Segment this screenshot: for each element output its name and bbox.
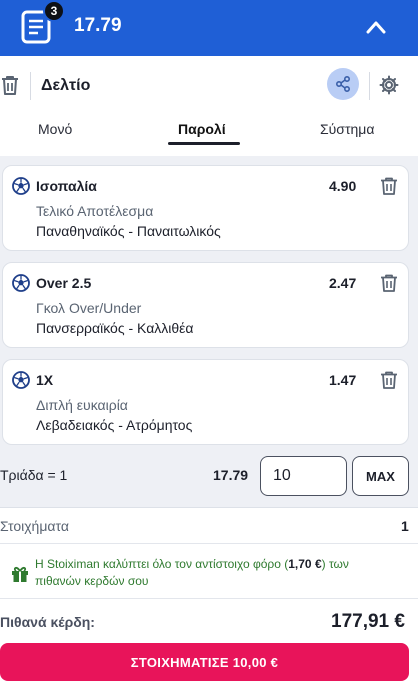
- football-icon: [12, 177, 30, 195]
- toolbar-divider: [30, 72, 31, 100]
- selection-card: Over 2.5 2.47 Γκολ Over/Under Πανσερραϊκ…: [2, 262, 409, 348]
- selection-odds: 4.90: [329, 178, 357, 194]
- clear-all-trash-icon[interactable]: [0, 74, 20, 96]
- betslip-toolbar: [0, 56, 418, 156]
- max-stake-button[interactable]: MAX: [352, 456, 409, 496]
- gift-icon: [12, 566, 28, 582]
- tab-system[interactable]: Σύστημα: [320, 121, 374, 137]
- combo-label: Τριάδα = 1: [0, 467, 68, 483]
- selection-card: 1X 1.47 Διπλή ευκαιρία Λεβαδειακός - Ατρ…: [2, 359, 409, 445]
- tax-amount: 1,70 €: [288, 557, 322, 571]
- header-total-odds: 17.79: [74, 15, 122, 36]
- page-title: Δελτίο: [41, 77, 91, 94]
- selection-name: Over 2.5: [36, 275, 92, 291]
- remove-selection-trash-icon[interactable]: [379, 370, 399, 390]
- tab-parlay[interactable]: Παρολί: [178, 121, 226, 137]
- football-icon: [12, 371, 30, 389]
- active-tab-indicator: [168, 142, 240, 145]
- combo-odds: 17.79: [213, 467, 249, 483]
- summary-divider: [0, 598, 418, 599]
- place-bet-button[interactable]: ΣΤΟΙΧΗΜΑΤΙΣΕ 10,00 €: [0, 643, 409, 681]
- market-name: Διπλή ευκαιρία: [36, 397, 128, 413]
- share-button[interactable]: [327, 68, 359, 100]
- market-name: Τελικό Αποτέλεσμα: [36, 203, 154, 219]
- betslip-header[interactable]: 3 17.79: [0, 0, 418, 56]
- selection-odds: 2.47: [329, 275, 357, 291]
- stake-input[interactable]: [260, 456, 347, 496]
- tax-coverage-note: Η Stoiximan καλύπτει όλο τον αντίστοιχο …: [35, 556, 395, 590]
- market-name: Γκολ Over/Under: [36, 300, 142, 316]
- chevron-up-icon: [366, 21, 386, 34]
- toolbar-divider: [369, 72, 370, 100]
- selection-odds: 1.47: [329, 372, 357, 388]
- share-icon: [335, 76, 350, 92]
- gear-icon[interactable]: [379, 75, 399, 95]
- selection-count-badge: 3: [43, 0, 65, 22]
- selection-name: 1X: [36, 372, 54, 388]
- potential-win-label: Πιθανά κέρδη:: [0, 614, 95, 630]
- bets-count: 1: [401, 518, 409, 534]
- tab-single[interactable]: Μονό: [38, 121, 72, 137]
- match-name: Πανσερραϊκός - Καλλιθέα: [36, 320, 194, 336]
- match-name: Παναθηναϊκός - Παναιτωλικός: [36, 223, 221, 239]
- selection-name: Ισοπαλία: [36, 178, 97, 194]
- potential-win-value: 177,91 €: [331, 611, 405, 632]
- remove-selection-trash-icon[interactable]: [379, 273, 399, 293]
- bets-label: Στοιχήματα: [0, 518, 69, 534]
- summary-divider: [0, 543, 418, 544]
- tax-note-prefix: Η Stoiximan καλύπτει όλο τον αντίστοιχο …: [35, 557, 289, 571]
- remove-selection-trash-icon[interactable]: [379, 176, 399, 196]
- selection-card: Ισοπαλία 4.90 Τελικό Αποτέλεσμα Παναθηνα…: [2, 165, 409, 251]
- collapse-button[interactable]: [362, 14, 390, 40]
- football-icon: [12, 274, 30, 292]
- match-name: Λεβαδειακός - Ατρόμητος: [36, 417, 193, 433]
